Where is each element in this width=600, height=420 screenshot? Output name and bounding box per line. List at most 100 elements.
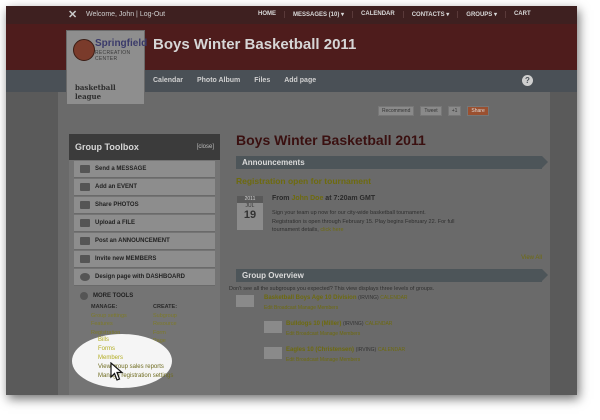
body-line: tournament details, [272,227,319,233]
group-row-title: Basketball Boys Age 10 Division (IRVING)… [264,295,408,301]
tool-label: Send a MESSAGE [95,166,147,172]
group-title: Boys Winter Basketball 2011 [153,36,357,53]
create-subgroup[interactable]: Subgroup [153,312,215,321]
byline-time: at 7:20am GMT [325,195,376,202]
nav-cart[interactable]: CART [504,11,539,18]
tool-label: Add an EVENT [95,184,138,190]
announcement-icon [80,237,90,245]
group-row: Basketball Boys Age 10 Division (IRVING)… [236,294,542,318]
tool-design-dashboard[interactable]: Design page with DASHBOARD [74,269,215,286]
tool-add-event[interactable]: Add an EVENT [74,179,215,196]
group-logo[interactable]: Springfield RECREATION CENTER basketball… [66,30,148,105]
group-logo-icon [264,321,282,333]
logo-league: basketball league [75,83,116,101]
page-title: Boys Winter Basketball 2011 [236,132,426,148]
tool-label: Share PHOTOS [95,202,139,208]
tool-invite-members[interactable]: Invite new MEMBERS [74,251,215,268]
calendar-icon [80,183,90,191]
logo-brand: Springfield [95,38,148,49]
group-location: (IRVING) [358,295,379,301]
main-column: Boys Winter Basketball 2011 Announcement… [229,132,548,370]
announcement-byline: From John Doe at 7:20am GMT [272,195,375,202]
site-logo-icon[interactable]: ✕ [68,8,77,22]
nav-contacts[interactable]: CONTACTS ▾ [402,11,458,18]
date-year: 2011 [237,196,263,203]
envelope-icon [80,165,90,173]
group-calendar-link[interactable]: CALENDAR [380,295,407,301]
view-all-link[interactable]: View All [236,255,542,261]
top-nav: HOME MESSAGES (10) ▾ CALENDAR CONTACTS ▾… [250,11,539,18]
date-day: 19 [243,209,257,221]
body-line: Registration is open through February 15… [272,218,455,225]
more-tools-label: MORE TOOLS [93,293,134,299]
tool-label: Upload a FILE [95,220,136,226]
subnav-photo-album[interactable]: Photo Album [197,77,240,84]
subnav-calendar[interactable]: Calendar [153,77,183,84]
browser-window: ✕ Welcome, John | Log-Out HOME MESSAGES … [6,6,577,395]
subnav-add-page[interactable]: Add page [284,77,316,84]
top-bar: ✕ Welcome, John | Log-Out HOME MESSAGES … [6,6,577,24]
group-name-link[interactable]: Eagles 10 (Christensen) [286,347,354,353]
manage-features[interactable]: Features [91,320,153,329]
file-icon [80,219,90,227]
group-row-title: Bulldogs 10 (Miller) (IRVING) CALENDAR [286,321,392,327]
group-name-link[interactable]: Bulldogs 10 (Miller) [286,321,341,327]
group-location: (IRVING) [343,321,364,327]
nav-groups[interactable]: GROUPS ▾ [457,11,505,18]
nav-calendar[interactable]: CALENDAR [352,11,403,18]
details-link[interactable]: click here [320,227,343,233]
manage-bills[interactable]: Bills [98,336,173,345]
group-calendar-link[interactable]: CALENDAR [378,347,405,353]
tool-label: Post an ANNOUNCEMENT [95,238,170,244]
subnav-files[interactable]: Files [254,77,270,84]
tool-upload-file[interactable]: Upload a FILE [74,215,215,232]
tweet-button[interactable]: Tweet [420,106,442,116]
palette-icon [80,273,90,281]
manage-forms[interactable]: Forms [98,345,173,354]
group-row: Eagles 10 (Christensen) (IRVING) CALENDA… [236,346,542,370]
plus-one-button[interactable]: +1 [447,106,462,116]
share-button[interactable]: Share [467,106,489,116]
people-icon [80,255,90,263]
toolbox-header: Group Toolbox [close] [69,134,220,160]
group-actions[interactable]: Edit Broadcast Manage Members [286,331,360,337]
announcement-heading[interactable]: Registration open for tournament [236,176,542,186]
mouse-pointer-icon [110,362,124,381]
body-line: Sign your team up now for our city-wide … [272,210,426,216]
more-tools-toggle[interactable]: MORE TOOLS [74,289,215,303]
logo-subtitle: RECREATION CENTER [95,50,131,62]
group-actions[interactable]: Edit Broadcast Manage Members [264,305,338,311]
author-link[interactable]: John Doe [291,195,323,202]
group-calendar-link[interactable]: CALENDAR [365,321,392,327]
group-logo-icon [236,295,254,307]
create-heading: CREATE: [153,304,178,310]
group-row: Bulldogs 10 (Miller) (IRVING) CALENDAR E… [236,320,542,344]
manage-group-settings[interactable]: Group settings [91,312,153,321]
announcements-header: Announcements [236,156,548,169]
recommend-button[interactable]: Recommend [378,106,415,116]
gear-icon [80,292,88,300]
manage-heading: MANAGE: [91,304,118,310]
group-logo-icon [264,347,282,359]
tool-post-announcement[interactable]: Post an ANNOUNCEMENT [74,233,215,250]
create-resource[interactable]: Resource [153,320,215,329]
help-icon[interactable]: ? [522,75,533,86]
group-name-link[interactable]: Basketball Boys Age 10 Division [264,295,356,301]
group-row-title: Eagles 10 (Christensen) (IRVING) CALENDA… [286,347,405,353]
group-overview-header: Group Overview [236,269,548,282]
toolbox-close-button[interactable]: [close] [197,144,214,150]
welcome-text[interactable]: Welcome, John | Log-Out [86,11,165,18]
byline-prefix: From [272,195,290,202]
group-actions[interactable]: Edit Broadcast Manage Members [286,357,360,363]
tool-share-photos[interactable]: Share PHOTOS [74,197,215,214]
tool-send-message[interactable]: Send a MESSAGE [74,161,215,178]
nav-messages[interactable]: MESSAGES (10) ▾ [284,11,352,18]
overview-note: Don't see all the subgroups you expected… [229,286,435,292]
tool-label: Invite new MEMBERS [95,256,157,262]
announcement-post: 2011 JUL 19 From John Doe at 7:20am GMT … [236,192,542,254]
nav-home[interactable]: HOME [250,11,284,18]
date-badge: 2011 JUL 19 [236,195,264,231]
basketball-icon [73,39,95,61]
social-buttons: Recommend Tweet +1 Share [378,106,489,116]
toolbox-title: Group Toolbox [75,142,139,152]
